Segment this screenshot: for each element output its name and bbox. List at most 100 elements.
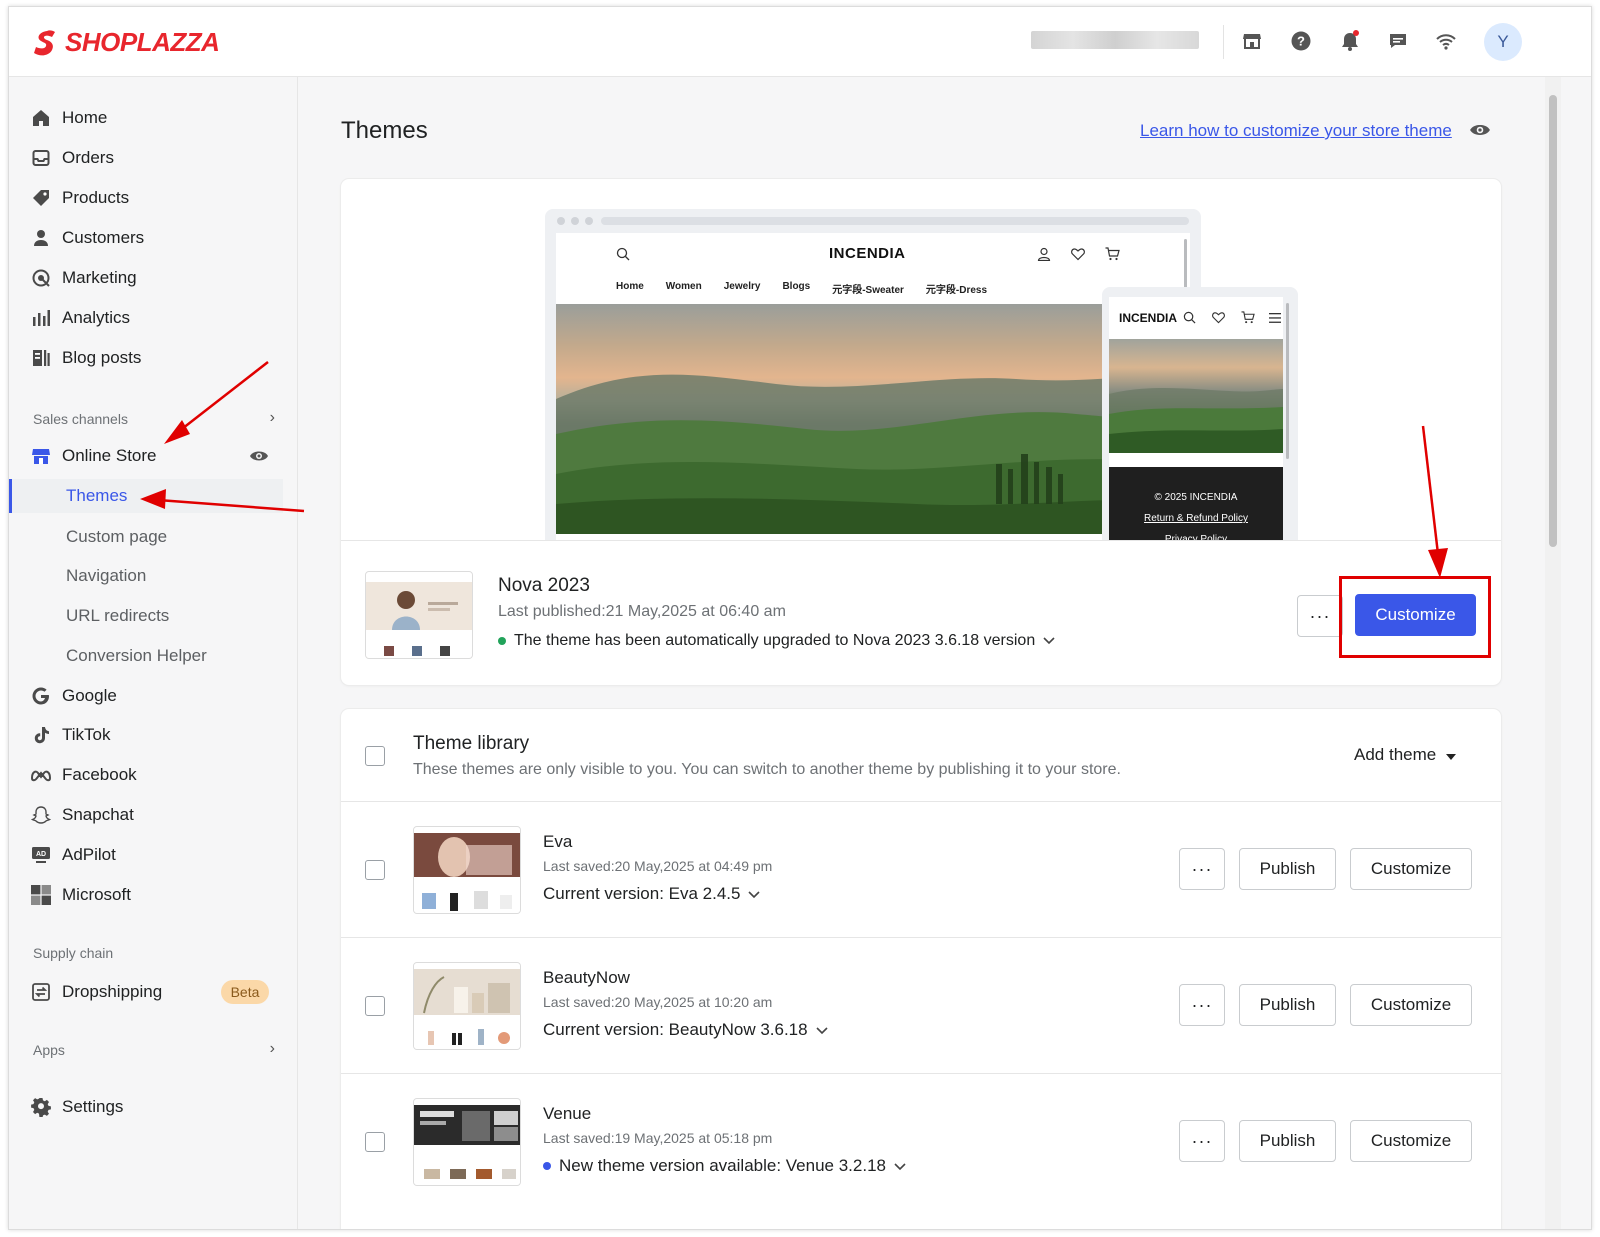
sidebar-item-label: Online Store xyxy=(62,446,157,465)
theme-library-description: These themes are only visible to you. Yo… xyxy=(413,761,1121,778)
theme-row-checkbox[interactable] xyxy=(365,1132,385,1152)
eye-icon[interactable] xyxy=(249,446,269,471)
sidebar-subitem-url-redirects[interactable]: URL redirects xyxy=(9,599,283,633)
theme-preview: INCENDIA Home Women Jewelry Blogs 元字段-Sw… xyxy=(341,179,1501,541)
theme-more-button[interactable]: ··· xyxy=(1179,1120,1225,1162)
brand-name: SHOPLAZZA xyxy=(65,27,220,57)
customize-button[interactable]: Customize xyxy=(1350,984,1472,1026)
theme-last-saved: Last saved:20 May,2025 at 10:20 am xyxy=(543,994,773,1010)
user-avatar[interactable]: Y xyxy=(1484,23,1522,61)
sidebar-item-marketing[interactable]: Marketing xyxy=(9,261,283,295)
beta-badge: Beta xyxy=(221,980,269,1004)
theme-version[interactable]: Current version: Eva 2.4.5 xyxy=(543,884,761,904)
sidebar-subitem-themes[interactable]: Themes xyxy=(9,479,283,513)
theme-row-eva: Eva Last saved:20 May,2025 at 04:49 pm C… xyxy=(341,801,1501,937)
sales-channels-chevron-right-icon[interactable]: › xyxy=(270,409,275,427)
sidebar-subitem-conversion-helper[interactable]: Conversion Helper xyxy=(9,639,283,673)
page-scrollbar[interactable] xyxy=(1545,77,1561,1229)
sidebar-item-label: Google xyxy=(62,686,117,705)
mobile-preview-scrollbar xyxy=(1286,303,1289,459)
main-content: Themes Learn how to customize your store… xyxy=(299,77,1547,1229)
theme-more-button[interactable]: ··· xyxy=(1179,848,1225,890)
current-theme-name: Nova 2023 xyxy=(498,575,590,596)
apps-heading[interactable]: Apps xyxy=(33,1042,65,1058)
help-icon[interactable]: ? xyxy=(1289,29,1313,53)
preview-menu-item: Home xyxy=(616,281,644,292)
sidebar-item-settings[interactable]: Settings xyxy=(9,1090,283,1124)
theme-version[interactable]: New theme version available: Venue 3.2.1… xyxy=(543,1156,906,1176)
shoplazza-logo-icon xyxy=(34,29,55,55)
svg-text:?: ? xyxy=(1297,34,1305,49)
sidebar-item-google[interactable]: Google xyxy=(9,679,283,713)
theme-library-title: Theme library xyxy=(413,733,530,754)
window-dots xyxy=(557,217,593,225)
sidebar-item-customers[interactable]: Customers xyxy=(9,221,283,255)
sidebar-item-label: Customers xyxy=(62,228,145,247)
select-all-checkbox[interactable] xyxy=(365,746,385,766)
sidebar-subitem-navigation[interactable]: Navigation xyxy=(9,559,283,593)
microsoft-icon xyxy=(29,883,53,907)
eye-icon[interactable] xyxy=(1469,119,1491,146)
sidebar-item-label: Marketing xyxy=(62,268,137,287)
heart-icon xyxy=(1071,247,1085,266)
wifi-icon[interactable] xyxy=(1434,29,1458,53)
sidebar-item-home[interactable]: Home xyxy=(9,101,283,135)
sidebar-item-tiktok[interactable]: TikTok xyxy=(9,718,283,752)
shoplazza-logo[interactable]: SHOPLAZZA xyxy=(33,27,220,58)
chevron-down-icon xyxy=(1043,632,1055,650)
person-icon xyxy=(29,226,53,250)
preview-brand: INCENDIA xyxy=(829,245,906,262)
apps-chevron-right-icon[interactable]: › xyxy=(270,1040,275,1058)
customize-button[interactable]: Customize xyxy=(1350,848,1472,890)
sidebar-item-label: Snapchat xyxy=(62,805,134,824)
storefront-icon[interactable] xyxy=(1240,29,1264,53)
add-theme-button[interactable]: Add theme xyxy=(1354,745,1457,765)
publish-button[interactable]: Publish xyxy=(1239,1120,1336,1162)
google-icon xyxy=(29,684,53,708)
sidebar-item-microsoft[interactable]: Microsoft xyxy=(9,878,283,912)
theme-more-button[interactable]: ··· xyxy=(1179,984,1225,1026)
chat-icon[interactable] xyxy=(1386,29,1410,53)
sidebar-item-snapchat[interactable]: Snapchat xyxy=(9,798,283,832)
sidebar-item-products[interactable]: Products xyxy=(9,181,283,215)
sidebar-item-label: AdPilot xyxy=(62,845,116,864)
sidebar-item-label: Facebook xyxy=(62,765,137,784)
notification-dot xyxy=(1353,30,1359,36)
search-icon xyxy=(616,247,630,266)
success-status-dot xyxy=(498,637,506,645)
publish-button[interactable]: Publish xyxy=(1239,848,1336,890)
theme-row-checkbox[interactable] xyxy=(365,860,385,880)
theme-library-card: Theme library These themes are only visi… xyxy=(341,709,1501,1229)
sidebar-item-label: Orders xyxy=(62,148,114,167)
current-theme-card: INCENDIA Home Women Jewelry Blogs 元字段-Sw… xyxy=(341,179,1501,685)
sidebar-item-online-store[interactable]: Online Store xyxy=(9,439,283,473)
theme-row-checkbox[interactable] xyxy=(365,996,385,1016)
customize-button[interactable]: Customize xyxy=(1350,1120,1472,1162)
orders-icon xyxy=(29,146,53,170)
hamburger-menu-icon xyxy=(1269,311,1281,329)
sidebar-item-label: TikTok xyxy=(62,725,111,744)
marketing-icon xyxy=(29,266,53,290)
sidebar-item-label: Dropshipping xyxy=(62,982,163,1001)
sidebar-item-analytics[interactable]: Analytics xyxy=(9,301,283,335)
dropshipping-icon xyxy=(29,980,53,1004)
sidebar-item-adpilot[interactable]: AD AdPilot xyxy=(9,838,283,872)
page-scrollbar-thumb[interactable] xyxy=(1549,95,1557,547)
adpilot-icon: AD xyxy=(29,843,53,867)
upgrade-status[interactable]: The theme has been automatically upgrade… xyxy=(498,632,1055,650)
current-theme-more-button[interactable]: ··· xyxy=(1297,595,1343,637)
sidebar-item-dropshipping[interactable]: Dropshipping Beta xyxy=(9,975,283,1009)
gear-icon xyxy=(29,1095,53,1119)
sidebar-subitem-custom-page[interactable]: Custom page xyxy=(9,520,283,554)
theme-version[interactable]: Current version: BeautyNow 3.6.18 xyxy=(543,1020,828,1040)
caret-down-icon xyxy=(1446,745,1457,765)
mobile-preview: INCENDIA © 2025 INCENDIA Return & Refund… xyxy=(1102,287,1298,540)
sidebar-item-blog-posts[interactable]: Blog posts xyxy=(9,341,283,375)
sidebar-item-facebook[interactable]: Facebook xyxy=(9,758,283,792)
sidebar-item-orders[interactable]: Orders xyxy=(9,141,283,175)
blog-icon xyxy=(29,346,53,370)
svg-text:AD: AD xyxy=(36,851,46,858)
learn-customize-link[interactable]: Learn how to customize your store theme xyxy=(1140,121,1452,141)
publish-button[interactable]: Publish xyxy=(1239,984,1336,1026)
bell-icon[interactable] xyxy=(1338,29,1362,53)
